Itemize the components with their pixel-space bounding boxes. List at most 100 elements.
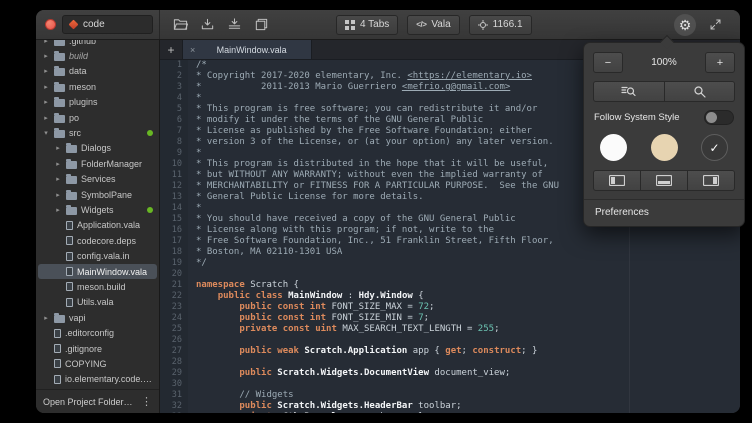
code-text[interactable]: public weak Scratch.Application app { ge… bbox=[188, 346, 537, 357]
expander-icon[interactable]: ▸ bbox=[42, 67, 50, 75]
folder-item-build[interactable]: ▸build bbox=[38, 48, 157, 63]
code-text[interactable]: public Scratch.Widgets.DocumentView docu… bbox=[188, 368, 510, 379]
code-text[interactable]: public const int FONT_SIZE_MIN = 7; bbox=[188, 313, 429, 324]
code-text[interactable]: * Copyright 2017-2020 elementary, Inc. <… bbox=[188, 71, 532, 82]
file-item-meson.build[interactable]: meson.build bbox=[38, 279, 157, 294]
code-text[interactable]: private Gtk.Revealer search_revealer; bbox=[188, 412, 440, 413]
code-text[interactable]: * Boston, MA 02110-1301 USA bbox=[188, 247, 342, 258]
expander-icon[interactable]: ▸ bbox=[54, 144, 62, 152]
language-selector-button[interactable]: </> Vala bbox=[407, 15, 459, 35]
code-text[interactable]: * License along with this program; if no… bbox=[188, 225, 494, 236]
code-text[interactable]: * You should have received a copy of the… bbox=[188, 214, 516, 225]
preferences-menu-item[interactable]: Preferences bbox=[593, 201, 735, 223]
folder-item-po[interactable]: ▸po bbox=[38, 110, 157, 125]
file-item-.gitignore[interactable]: .gitignore bbox=[38, 341, 157, 356]
code-text[interactable]: * version 3 of the License, or (at your … bbox=[188, 137, 554, 148]
expander-icon[interactable]: ▸ bbox=[42, 314, 50, 322]
tab-mainwindow-vala[interactable]: × MainWindow.vala bbox=[182, 40, 312, 59]
global-search-button[interactable] bbox=[665, 81, 736, 102]
expander-icon[interactable]: ▸ bbox=[42, 98, 50, 106]
folder-item-SymbolPane[interactable]: ▸SymbolPane bbox=[38, 187, 157, 202]
file-item-Utils.vala[interactable]: Utils.vala bbox=[38, 295, 157, 310]
code-text[interactable] bbox=[188, 335, 196, 346]
expander-icon[interactable]: ▸ bbox=[54, 160, 62, 168]
file-item-config.vala.in[interactable]: config.vala.in bbox=[38, 248, 157, 263]
expander-icon[interactable]: ▸ bbox=[42, 114, 50, 122]
find-in-file-button[interactable] bbox=[593, 81, 665, 102]
settings-button[interactable]: ⚙ bbox=[674, 14, 696, 36]
save-button[interactable] bbox=[195, 14, 219, 36]
code-text[interactable]: * modify it under the terms of the GNU G… bbox=[188, 115, 483, 126]
code-text[interactable] bbox=[188, 269, 196, 280]
overflow-menu-icon[interactable]: ⋮ bbox=[141, 395, 152, 408]
code-text[interactable]: private const uint MAX_SEARCH_TEXT_LENGT… bbox=[188, 324, 499, 335]
file-item-.editorconfig[interactable]: .editorconfig bbox=[38, 325, 157, 340]
code-line: 30 bbox=[160, 379, 740, 390]
code-text[interactable]: * License as published by the Free Softw… bbox=[188, 126, 532, 137]
code-text[interactable]: * Free Software Foundation, Inc., 51 Fra… bbox=[188, 236, 554, 247]
expander-icon[interactable]: ▸ bbox=[42, 83, 50, 91]
file-item-MainWindow.vala[interactable]: MainWindow.vala bbox=[38, 264, 157, 279]
code-text[interactable]: * bbox=[188, 93, 201, 104]
code-text[interactable]: /* bbox=[188, 60, 207, 71]
templates-button[interactable] bbox=[249, 14, 273, 36]
save-as-button[interactable] bbox=[222, 14, 246, 36]
new-tab-button[interactable]: + bbox=[160, 40, 182, 59]
window-close-button[interactable] bbox=[45, 19, 56, 30]
folder-item-plugins[interactable]: ▸plugins bbox=[38, 95, 157, 110]
folder-item-.github[interactable]: ▸.github bbox=[38, 40, 157, 48]
folder-item-Dialogs[interactable]: ▸Dialogs bbox=[38, 141, 157, 156]
open-project-folder-button[interactable]: Open Project Folder… bbox=[43, 397, 133, 407]
file-item-COPYING[interactable]: COPYING bbox=[38, 356, 157, 371]
code-text[interactable]: * 2011-2013 Mario Guerriero <mefrio.g@gm… bbox=[188, 82, 510, 93]
item-label: Application.vala bbox=[77, 220, 140, 230]
code-text[interactable]: * This program is free software; you can… bbox=[188, 104, 537, 115]
code-text[interactable]: namespace Scratch { bbox=[188, 280, 299, 291]
folder-item-data[interactable]: ▸data bbox=[38, 64, 157, 79]
folder-item-src[interactable]: ▾src bbox=[38, 125, 157, 140]
code-text[interactable]: * General Public License for more detail… bbox=[188, 192, 424, 203]
code-text[interactable]: public Scratch.Widgets.HeaderBar toolbar… bbox=[188, 401, 462, 412]
zoom-out-button[interactable]: − bbox=[593, 52, 623, 73]
project-chooser-button[interactable]: code bbox=[62, 15, 153, 34]
show-terminal-button[interactable] bbox=[641, 170, 688, 191]
code-text[interactable] bbox=[188, 357, 196, 368]
folder-item-meson[interactable]: ▸meson bbox=[38, 79, 157, 94]
code-text[interactable]: */ bbox=[188, 258, 207, 269]
zoom-in-button[interactable]: + bbox=[705, 52, 735, 73]
expander-icon[interactable]: ▸ bbox=[54, 175, 62, 183]
scheme-sepia-button[interactable] bbox=[651, 134, 678, 161]
follow-system-style-toggle[interactable] bbox=[704, 110, 734, 125]
tabs-overview-button[interactable]: 4 Tabs bbox=[336, 15, 398, 35]
show-sidebar-button[interactable] bbox=[593, 170, 641, 191]
show-symbol-outline-button[interactable] bbox=[688, 170, 735, 191]
fullscreen-button[interactable] bbox=[704, 14, 726, 36]
code-text[interactable]: public class MainWindow : Hdy.Window { bbox=[188, 291, 424, 302]
code-text[interactable]: * bbox=[188, 148, 201, 159]
expander-icon[interactable]: ▸ bbox=[42, 40, 50, 45]
tab-close-icon[interactable]: × bbox=[190, 45, 195, 55]
code-text[interactable]: public const int FONT_SIZE_MAX = 72; bbox=[188, 302, 434, 313]
goto-line-button[interactable]: 1166.1 bbox=[469, 15, 532, 35]
expander-icon[interactable]: ▸ bbox=[54, 206, 62, 214]
expander-icon[interactable]: ▸ bbox=[42, 52, 50, 60]
open-folder-button[interactable] bbox=[168, 14, 192, 36]
file-item-Application.vala[interactable]: Application.vala bbox=[38, 218, 157, 233]
folder-item-Services[interactable]: ▸Services bbox=[38, 172, 157, 187]
scheme-dark-button[interactable]: ✓ bbox=[701, 134, 728, 161]
expander-icon[interactable]: ▸ bbox=[54, 191, 62, 199]
code-text[interactable]: * but WITHOUT ANY WARRANTY; without even… bbox=[188, 170, 543, 181]
expander-open-icon[interactable]: ▾ bbox=[42, 129, 50, 137]
code-text[interactable]: * This program is distributed in the hop… bbox=[188, 159, 548, 170]
folder-icon bbox=[54, 115, 65, 123]
file-item-codecore.deps[interactable]: codecore.deps bbox=[38, 233, 157, 248]
code-text[interactable]: * bbox=[188, 203, 201, 214]
file-item-io.elementary.code.yml[interactable]: io.elementary.code.yml bbox=[38, 372, 157, 387]
scheme-light-button[interactable] bbox=[600, 134, 627, 161]
code-text[interactable]: * MERCHANTABILITY or FITNESS FOR A PARTI… bbox=[188, 181, 559, 192]
folder-item-Widgets[interactable]: ▸Widgets bbox=[38, 202, 157, 217]
folder-item-vapi[interactable]: ▸vapi bbox=[38, 310, 157, 325]
code-text[interactable] bbox=[188, 379, 196, 390]
folder-item-FolderManager[interactable]: ▸FolderManager bbox=[38, 156, 157, 171]
code-text[interactable]: // Widgets bbox=[188, 390, 294, 401]
